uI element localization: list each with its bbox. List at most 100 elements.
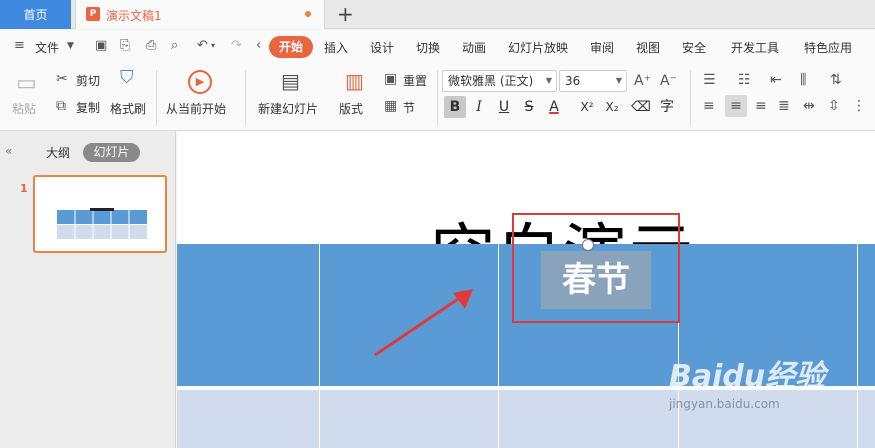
- slide-panel: « 大纲 幻灯片 1: [0, 131, 176, 448]
- home-tab-label: 首页: [23, 8, 48, 22]
- chevron-down-icon: ▼: [545, 76, 552, 85]
- print-preview-icon[interactable]: ⌕: [171, 39, 185, 53]
- tab-outline[interactable]: 大纲: [46, 144, 70, 161]
- pointer-arrow-icon: [374, 289, 473, 357]
- menu-tab-insert[interactable]: 插入: [324, 39, 348, 56]
- menu-tab-transition[interactable]: 切换: [416, 39, 440, 56]
- new-slide-button[interactable]: 新建幻灯片: [258, 100, 318, 117]
- clear-format-icon[interactable]: ⌫: [630, 96, 652, 118]
- text-direction-icon[interactable]: ⇳: [828, 98, 840, 114]
- bullet-list-icon[interactable]: ☰: [703, 72, 716, 88]
- selection-highlight-box: [512, 213, 680, 323]
- print-icon[interactable]: ⎙: [146, 39, 160, 53]
- new-tab-button[interactable]: +: [337, 2, 354, 26]
- menu-tab-review[interactable]: 审阅: [590, 39, 614, 56]
- menu-tab-developer[interactable]: 开发工具: [731, 39, 779, 56]
- menu-tab-design[interactable]: 设计: [370, 39, 394, 56]
- menu-bar: ≡ 文件 ▼ ▣ ⎘ ⎙ ⌕ ↶ ▾ ↷ ‹ 开始 插入 设计 切换 动画 幻灯…: [0, 30, 875, 64]
- underline-button[interactable]: U: [493, 96, 515, 118]
- strikethrough-button[interactable]: S: [518, 96, 540, 118]
- section-icon[interactable]: ▦: [384, 98, 397, 114]
- format-painter-icon[interactable]: ⛉: [120, 69, 134, 87]
- shrink-font-icon[interactable]: A⁻: [660, 73, 677, 89]
- play-icon[interactable]: ▶: [188, 70, 212, 94]
- align-center-icon[interactable]: ≡: [725, 95, 747, 117]
- watermark-logo: Baidu经验: [669, 359, 826, 394]
- slide-canvas[interactable]: 空白演示 春节 Baidu经验 jingyan.baidu.com: [177, 131, 875, 448]
- reset-button[interactable]: 重置: [403, 72, 427, 89]
- bold-button[interactable]: B: [444, 96, 466, 118]
- ribbon-separator: [156, 70, 157, 126]
- align-left-icon[interactable]: ≡: [703, 98, 715, 114]
- paste-button[interactable]: 粘贴: [12, 100, 36, 117]
- distribute-icon[interactable]: ⇹: [803, 98, 815, 114]
- section-button[interactable]: 节: [403, 99, 415, 116]
- font-name-select[interactable]: 微软雅黑 (正文) ▼: [442, 70, 557, 92]
- layout-button[interactable]: 版式: [339, 100, 363, 117]
- menu-tab-start[interactable]: 开始: [269, 36, 313, 58]
- menu-tab-special[interactable]: 特色应用: [804, 39, 852, 56]
- watermark-site: jingyan.baidu.com: [669, 397, 780, 411]
- tab-slides[interactable]: 幻灯片: [83, 143, 140, 162]
- menu-tab-security[interactable]: 安全: [682, 39, 706, 56]
- table-column-border: [857, 244, 858, 448]
- slide-number: 1: [20, 182, 28, 195]
- indent-decrease-icon[interactable]: ⇤: [770, 72, 782, 88]
- table-column-border: [319, 244, 320, 448]
- baidu-watermark: Baidu经验 jingyan.baidu.com: [669, 351, 825, 411]
- menu-tab-view[interactable]: 视图: [636, 39, 660, 56]
- thumbnail-preview: [57, 208, 147, 239]
- export-pdf-icon[interactable]: ⎘: [120, 39, 134, 53]
- italic-button[interactable]: I: [468, 96, 490, 118]
- align-right-icon[interactable]: ≡: [755, 98, 767, 114]
- justify-icon[interactable]: ≣: [778, 98, 790, 114]
- document-tab-title: 演示文稿1: [106, 9, 162, 23]
- line-spacing-icon[interactable]: ⇅: [830, 72, 842, 88]
- font-size-select[interactable]: 36 ▼: [559, 70, 627, 92]
- font-color-button[interactable]: A: [543, 96, 565, 118]
- layout-icon[interactable]: ▥: [345, 70, 364, 92]
- scissors-icon[interactable]: ✂: [56, 71, 68, 87]
- reset-icon[interactable]: ▣: [384, 71, 397, 87]
- chevron-down-icon: ▼: [615, 76, 622, 85]
- undo-icon[interactable]: ↶: [197, 39, 211, 53]
- ribbon-separator: [437, 70, 438, 126]
- rotation-handle[interactable]: [582, 239, 594, 251]
- menu-tab-animation[interactable]: 动画: [462, 39, 486, 56]
- copy-icon[interactable]: ⧉: [56, 98, 66, 114]
- collapse-panel-icon[interactable]: «: [5, 144, 12, 158]
- table-column-border: [498, 244, 499, 448]
- column-icon[interactable]: ⫼: [800, 72, 806, 88]
- font-name-value: 微软雅黑 (正文): [448, 74, 534, 88]
- format-painter-button[interactable]: 格式刷: [110, 100, 146, 117]
- paste-icon[interactable]: ▭: [16, 72, 37, 96]
- grow-font-icon[interactable]: A⁺: [634, 73, 651, 89]
- superscript-button[interactable]: X²: [576, 96, 598, 118]
- font-size-value: 36: [565, 74, 581, 88]
- more-left-icon[interactable]: ‹: [256, 39, 270, 53]
- ribbon-separator: [690, 70, 691, 126]
- menu-tab-slideshow[interactable]: 幻灯片放映: [508, 39, 568, 56]
- numbered-list-icon[interactable]: ☷: [738, 72, 751, 88]
- hamburger-menu-icon[interactable]: ≡: [14, 39, 28, 53]
- presentation-icon: P: [86, 7, 100, 21]
- file-menu[interactable]: 文件: [35, 39, 59, 56]
- new-slide-icon[interactable]: ▤: [281, 70, 300, 92]
- ribbon-separator: [245, 70, 246, 126]
- redo-icon[interactable]: ↷: [231, 39, 245, 53]
- slide-thumbnail[interactable]: [33, 175, 167, 253]
- unsaved-dot-icon: [305, 11, 311, 17]
- save-icon[interactable]: ▣: [95, 39, 109, 53]
- undo-dropdown-icon[interactable]: ▾: [211, 39, 225, 53]
- more-paragraph-icon[interactable]: ⋮: [852, 98, 866, 114]
- phonetic-guide-icon[interactable]: 字: [656, 96, 678, 118]
- chevron-down-icon[interactable]: ▼: [67, 39, 81, 53]
- document-tab[interactable]: P 演示文稿1: [75, 0, 325, 29]
- subscript-button[interactable]: X₂: [601, 96, 623, 118]
- copy-button[interactable]: 复制: [76, 99, 100, 116]
- from-current-button[interactable]: 从当前开始: [166, 100, 226, 117]
- cut-button[interactable]: 剪切: [76, 72, 100, 89]
- ribbon-toolbar: ▭ 粘贴 ✂ 剪切 ⧉ 复制 ⛉ 格式刷 ▶ 从当前开始 ▤ 新建幻灯片 ▥ 版…: [0, 64, 875, 131]
- title-tab-bar: 首页 P 演示文稿1 +: [0, 0, 875, 29]
- home-tab[interactable]: 首页: [0, 0, 71, 29]
